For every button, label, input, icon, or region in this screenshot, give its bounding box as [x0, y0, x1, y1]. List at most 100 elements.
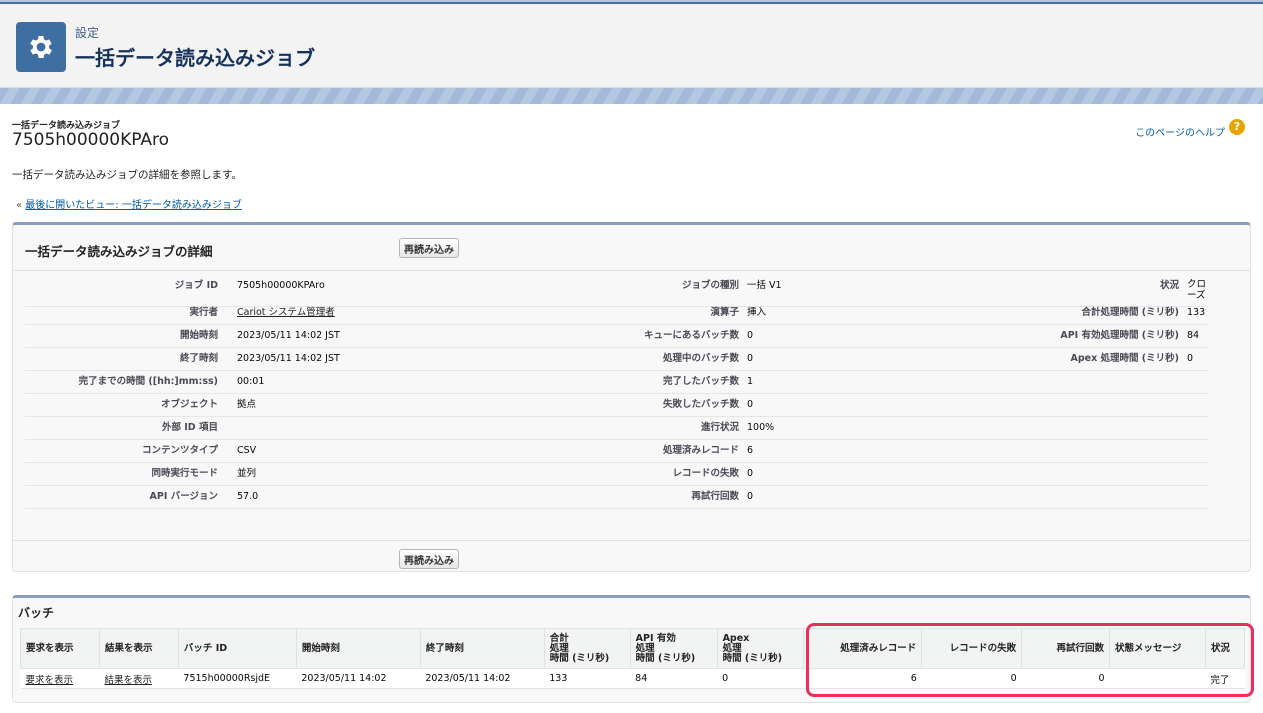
field-label: 外部 ID 項目 — [161, 422, 218, 433]
field-value: 00:01 — [237, 376, 265, 387]
header-card: 設定 一括データ読み込みジョブ — [0, 2, 1263, 88]
detail-row: 終了時刻 2023/05/11 14:02 JST 処理中のバッチ数 0 Apex 処理… — [25, 348, 1209, 371]
field-value: 6 — [747, 445, 754, 456]
field-value — [1187, 440, 1217, 462]
field-label: 状況 — [1159, 280, 1179, 291]
field-value: 133 — [1187, 307, 1206, 318]
field-value: 0 — [747, 399, 754, 410]
column-header[interactable]: Apex 処理 時間 (ミリ秒) — [716, 628, 805, 669]
column-header[interactable]: 状況 — [1204, 628, 1246, 669]
content-area: 一括データ読み込みジョブ 7505h00000KPAro このページのヘルプ ?… — [0, 104, 1263, 713]
detail-row: オブジェクト 拠点 失敗したバッチ数 0 — [25, 394, 1209, 417]
field-label — [905, 463, 1179, 485]
header-pattern — [0, 86, 1263, 104]
batch-title: バッチ — [18, 606, 55, 620]
field-value — [1187, 371, 1217, 393]
detail-row: 実行者 Cariot システム管理者 演算子 挿入 合計処理時間 (ミリ秒) 133 — [25, 302, 1209, 325]
batch-panel: バッチ 要求を表示 結果を表示 バッチ ID 開始時刻 終了時刻 合計 処理 時間 (ミリ… — [12, 595, 1251, 703]
help-link[interactable]: このページのヘルプ — [1135, 124, 1225, 139]
batch-cell: 0 — [717, 668, 804, 689]
column-header[interactable]: 開始時刻 — [295, 628, 421, 669]
column-header[interactable]: 状態メッセージ — [1109, 628, 1206, 669]
gear-icon — [16, 22, 66, 72]
field-value: 7505h00000KPAro — [237, 280, 325, 291]
field-value — [1187, 463, 1217, 485]
field-label: コンテンツタイプ — [141, 445, 218, 456]
field-value: 一括 V1 — [747, 280, 782, 291]
column-header[interactable]: 要求を表示 — [20, 628, 100, 669]
column-header[interactable]: バッチ ID — [177, 628, 297, 669]
field-value: 2023/05/11 14:02 JST — [237, 330, 340, 341]
batch-cell: 完了 — [1205, 668, 1245, 689]
page-title: 一括データ読み込みジョブ — [75, 46, 315, 70]
help-icon[interactable]: ? — [1229, 119, 1245, 135]
column-header[interactable]: 合計 処理 時間 (ミリ秒) — [543, 628, 631, 669]
field-value: 84 — [1187, 330, 1200, 341]
column-header[interactable]: 再試行回数 — [1021, 628, 1111, 669]
batch-row: 要求を表示 結果を表示 7515h00000RsjdE 2023/05/11 14:0… — [20, 668, 1245, 689]
view-result-link[interactable]: 結果を表示 — [104, 675, 152, 686]
field-label: 失敗したバッチ数 — [662, 399, 739, 410]
back-to-list-link[interactable]: 最後に開いたビュー: 一括データ読み込みジョブ — [25, 200, 242, 211]
app-header: 設定 一括データ読み込みジョブ — [0, 0, 1263, 104]
batch-cell: 0 — [1021, 668, 1110, 689]
field-label: 処理済みレコード — [662, 445, 739, 456]
batch-cell: 要求を表示 — [20, 668, 100, 689]
field-label: 同時実行モード — [151, 468, 218, 479]
field-label — [905, 371, 1179, 393]
column-header[interactable]: レコードの失敗 — [921, 628, 1023, 669]
field-label — [905, 440, 1179, 462]
column-header[interactable]: 処理済みレコード — [803, 628, 923, 669]
field-value: 100% — [747, 422, 775, 433]
view-request-link[interactable]: 要求を表示 — [26, 675, 74, 686]
field-label: 再試行回数 — [691, 491, 739, 502]
field-label: 進行状況 — [700, 422, 739, 433]
field-label — [905, 417, 1179, 439]
owner-link[interactable]: Cariot システム管理者 — [237, 302, 437, 324]
page-description: 一括データ読み込みジョブの詳細を参照します。 — [12, 169, 242, 181]
field-value: CSV — [237, 445, 257, 456]
batch-cell — [1109, 668, 1206, 689]
field-label: 実行者 — [189, 307, 218, 318]
field-label: Apex 処理時間 (ミリ秒) — [1070, 353, 1179, 364]
column-header[interactable]: 終了時刻 — [419, 628, 545, 669]
reload-button-bottom[interactable]: 再読み込み — [399, 549, 459, 569]
field-value: 0 — [747, 491, 754, 502]
batch-cell: 0 — [921, 668, 1022, 689]
field-value: クローズ — [1187, 279, 1207, 301]
batch-cell: 133 — [544, 668, 631, 689]
detail-footer-divider — [13, 540, 1250, 541]
field-value — [1187, 486, 1217, 508]
record-id-title: 7505h00000KPAro — [12, 130, 170, 150]
batch-body: 要求を表示 結果を表示 7515h00000RsjdE 2023/05/11 14:0… — [20, 668, 1245, 689]
field-label: 完了までの時間 ([hh:]mm:ss) — [78, 376, 218, 387]
back-prefix: « — [16, 200, 26, 211]
field-label — [905, 486, 1179, 508]
field-value: 2023/05/11 14:02 JST — [237, 353, 340, 364]
field-value: 1 — [747, 376, 754, 387]
detail-row: 外部 ID 項目 進行状況 100% — [25, 417, 1209, 440]
batch-table: 要求を表示 結果を表示 バッチ ID 開始時刻 終了時刻 合計 処理 時間 (ミリ秒) AP… — [20, 628, 1246, 689]
field-value: 挿入 — [747, 307, 767, 318]
batch-cell: 2023/05/11 14:02 — [420, 668, 545, 689]
detail-row: 開始時刻 2023/05/11 14:02 JST キューにあるバッチ数 0 API 有… — [25, 325, 1209, 348]
setup-breadcrumb[interactable]: 設定 — [75, 24, 99, 41]
reload-button-top[interactable]: 再読み込み — [399, 238, 459, 258]
column-header[interactable]: API 有効 処理 時間 (ミリ秒) — [629, 628, 718, 669]
field-value: 57.0 — [237, 491, 259, 502]
field-label — [905, 394, 1179, 416]
detail-header: 一括データ読み込みジョブの詳細 再読み込み — [13, 225, 1250, 271]
field-value: 0 — [747, 353, 754, 364]
field-value — [237, 417, 437, 439]
column-header[interactable]: 結果を表示 — [98, 628, 179, 669]
detail-row: 同時実行モード 並列 レコードの失敗 0 — [25, 463, 1209, 486]
field-value — [1187, 394, 1217, 416]
field-label: 完了したバッチ数 — [662, 376, 739, 387]
job-detail-panel: 一括データ読み込みジョブの詳細 再読み込み ジョブ ID 7505h00000KP… — [12, 222, 1251, 572]
detail-title: 一括データ読み込みジョブの詳細 — [25, 244, 213, 259]
batch-cell: 6 — [803, 668, 922, 689]
field-label: API バージョン — [149, 491, 218, 502]
field-value — [1187, 417, 1217, 439]
field-label: 演算子 — [710, 307, 739, 318]
field-value: 拠点 — [237, 399, 257, 410]
